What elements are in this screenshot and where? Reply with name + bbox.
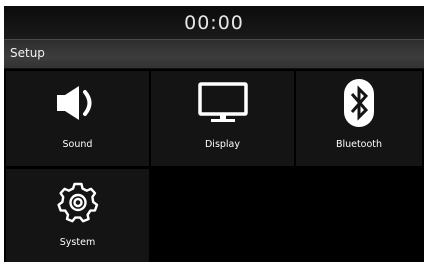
menu-item-label: Bluetooth <box>335 139 383 150</box>
menu-item-bluetooth[interactable]: Bluetooth <box>296 71 422 166</box>
title-bar: Setup <box>4 39 424 69</box>
gear-icon <box>6 175 149 227</box>
menu-item-label: Sound <box>62 139 93 150</box>
page-title: Setup <box>10 46 45 60</box>
monitor-icon <box>151 77 294 129</box>
clock: 00:00 <box>184 11 244 34</box>
menu-grid: Sound Display Bluetooth System <box>4 69 424 262</box>
menu-item-sound[interactable]: Sound <box>6 71 149 166</box>
menu-item-display[interactable]: Display <box>151 71 294 166</box>
setup-screen: 00:00 Setup Sound Display Bluetooth Syst… <box>4 6 424 262</box>
status-bar: 00:00 <box>4 6 424 39</box>
bluetooth-icon <box>296 77 422 129</box>
speaker-icon <box>6 77 149 129</box>
menu-item-label: Display <box>204 139 241 150</box>
menu-item-label: System <box>59 237 96 248</box>
menu-item-system[interactable]: System <box>6 169 149 262</box>
